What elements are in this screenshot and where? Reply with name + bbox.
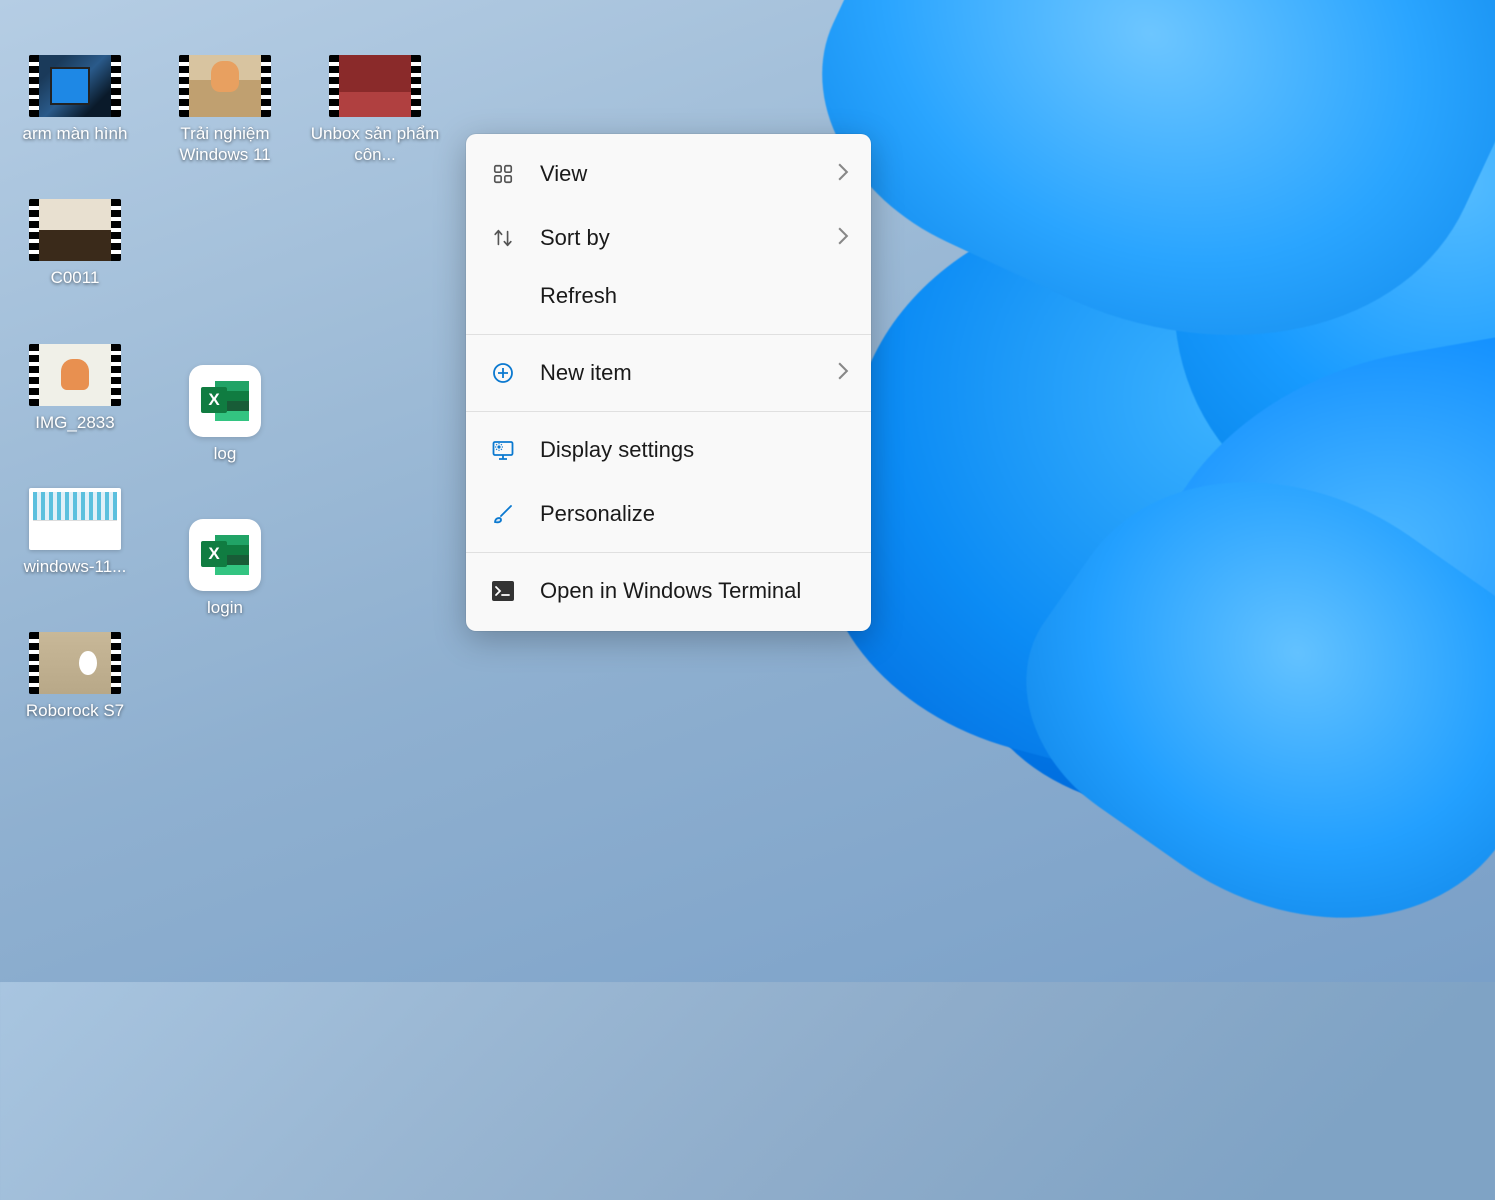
desktop-icon-label: windows-11... bbox=[24, 556, 127, 577]
sort-icon bbox=[488, 223, 518, 253]
desktop-icon-label: C0011 bbox=[51, 267, 100, 288]
menu-item-sort-by[interactable]: Sort by bbox=[466, 206, 871, 270]
chevron-right-icon bbox=[837, 163, 849, 186]
desktop-icon-excel-log[interactable]: X log bbox=[160, 365, 290, 464]
menu-item-label: Sort by bbox=[540, 225, 837, 251]
desktop-icon-label: log bbox=[214, 443, 237, 464]
desktop-icon-video-c0011[interactable]: C0011 bbox=[10, 199, 140, 288]
grid-view-icon bbox=[488, 159, 518, 189]
desktop-icon-video-img2833[interactable]: IMG_2833 bbox=[10, 344, 140, 433]
menu-separator bbox=[466, 334, 871, 335]
menu-item-new-item[interactable]: New item bbox=[466, 341, 871, 405]
menu-item-label: Personalize bbox=[540, 501, 849, 527]
desktop-icon-label: IMG_2833 bbox=[35, 412, 114, 433]
desktop-icon-video-roborock-s7[interactable]: Roborock S7 bbox=[10, 632, 140, 721]
menu-item-open-terminal[interactable]: Open in Windows Terminal bbox=[466, 559, 871, 623]
display-settings-icon bbox=[488, 435, 518, 465]
excel-file-icon: X bbox=[189, 365, 261, 437]
menu-item-refresh[interactable]: Refresh bbox=[466, 270, 871, 328]
menu-item-label: New item bbox=[540, 360, 837, 386]
video-thumbnail-icon bbox=[29, 55, 121, 117]
desktop-icon-label: login bbox=[207, 597, 243, 618]
desktop-icon-excel-login[interactable]: X login bbox=[160, 519, 290, 618]
desktop-icon-label: Roborock S7 bbox=[26, 700, 124, 721]
menu-item-personalize[interactable]: Personalize bbox=[466, 482, 871, 546]
desktop-icon-video-unbox-san-pham[interactable]: Unbox sản phẩm côn... bbox=[310, 55, 440, 166]
desktop-icon-label: arm màn hình bbox=[23, 123, 128, 144]
plus-circle-icon bbox=[488, 358, 518, 388]
desktop-icon-image-windows11[interactable]: windows-11... bbox=[10, 488, 140, 577]
desktop-icon-video-arm-man-hinh[interactable]: arm màn hình bbox=[10, 55, 140, 144]
menu-item-label: Refresh bbox=[540, 283, 849, 309]
desktop-icons-area: arm màn hình C0011 IMG_2833 windows-11..… bbox=[0, 55, 440, 721]
desktop-icon-label: Trải nghiệm Windows 11 bbox=[160, 123, 290, 166]
paintbrush-icon bbox=[488, 499, 518, 529]
video-thumbnail-icon bbox=[29, 344, 121, 406]
menu-item-view[interactable]: View bbox=[466, 142, 871, 206]
excel-file-icon: X bbox=[189, 519, 261, 591]
menu-item-label: Open in Windows Terminal bbox=[540, 578, 849, 604]
image-thumbnail-icon bbox=[29, 488, 121, 550]
chevron-right-icon bbox=[837, 362, 849, 385]
video-thumbnail-icon bbox=[179, 55, 271, 117]
desktop-context-menu: View Sort by Refresh New item bbox=[466, 134, 871, 631]
terminal-icon bbox=[488, 576, 518, 606]
menu-separator bbox=[466, 411, 871, 412]
video-thumbnail-icon bbox=[29, 632, 121, 694]
menu-separator bbox=[466, 552, 871, 553]
desktop-icon-label: Unbox sản phẩm côn... bbox=[310, 123, 440, 166]
video-thumbnail-icon bbox=[329, 55, 421, 117]
chevron-right-icon bbox=[837, 227, 849, 250]
menu-item-display-settings[interactable]: Display settings bbox=[466, 418, 871, 482]
menu-item-label: Display settings bbox=[540, 437, 849, 463]
desktop-icon-video-trai-nghiem-windows11[interactable]: Trải nghiệm Windows 11 bbox=[160, 55, 290, 166]
menu-item-label: View bbox=[540, 161, 837, 187]
video-thumbnail-icon bbox=[29, 199, 121, 261]
